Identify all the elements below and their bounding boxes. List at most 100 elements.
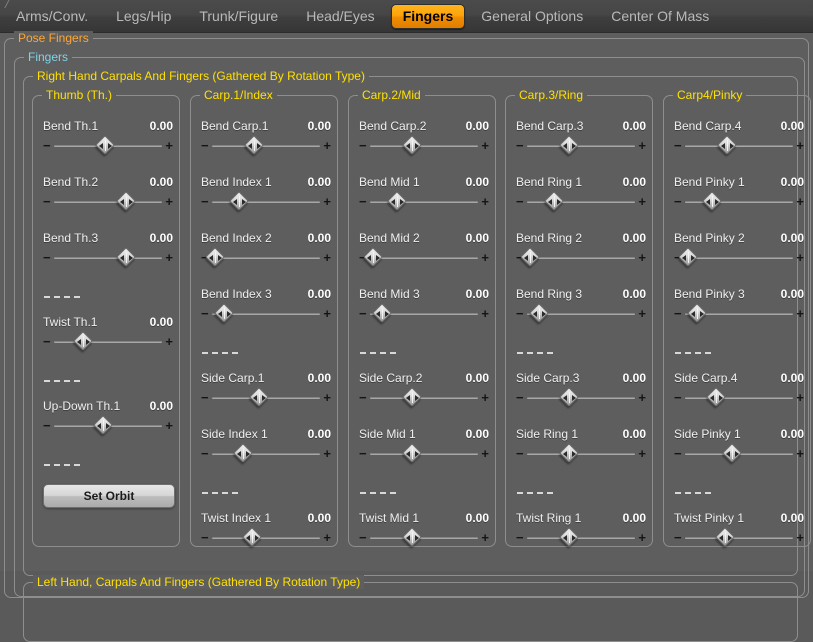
slider-thumb[interactable]: [233, 443, 254, 463]
slider-side-index-1[interactable]: − +: [201, 443, 331, 465]
slider-side-ring-1[interactable]: − +: [516, 443, 646, 465]
increment-icon[interactable]: +: [796, 447, 804, 460]
increment-icon[interactable]: +: [323, 139, 331, 152]
increment-icon[interactable]: +: [638, 447, 646, 460]
slider-thumb[interactable]: [715, 527, 735, 547]
decrement-icon[interactable]: −: [674, 307, 682, 320]
slider-thumb[interactable]: [244, 135, 265, 155]
slider-thumb[interactable]: [529, 303, 549, 323]
slider-thumb[interactable]: [248, 387, 269, 407]
slider-thumb[interactable]: [387, 191, 407, 211]
increment-icon[interactable]: +: [481, 447, 489, 460]
decrement-icon[interactable]: −: [43, 419, 51, 432]
slider-track[interactable]: [370, 453, 478, 455]
increment-icon[interactable]: +: [796, 531, 804, 544]
decrement-icon[interactable]: −: [516, 195, 524, 208]
slider-track[interactable]: [370, 537, 478, 539]
decrement-icon[interactable]: −: [516, 447, 524, 460]
decrement-icon[interactable]: −: [674, 139, 682, 152]
slider-side-pinky-1[interactable]: − +: [674, 443, 804, 465]
slider-twist-pinky-1[interactable]: − +: [674, 527, 804, 549]
slider-thumb[interactable]: [520, 247, 541, 267]
increment-icon[interactable]: +: [165, 419, 173, 432]
slider-track[interactable]: [527, 257, 635, 259]
increment-icon[interactable]: +: [323, 391, 331, 404]
increment-icon[interactable]: +: [323, 195, 331, 208]
slider-bend-carp-4[interactable]: − +: [674, 135, 804, 157]
slider-thumb[interactable]: [116, 191, 137, 211]
slider-side-carp-2[interactable]: − +: [359, 387, 489, 409]
slider-thumb[interactable]: [205, 247, 226, 267]
slider-track[interactable]: [527, 453, 635, 455]
slider-twist-index-1[interactable]: − +: [201, 527, 331, 549]
slider-track[interactable]: [370, 397, 478, 399]
slider-thumb[interactable]: [242, 527, 262, 547]
slider-track[interactable]: [527, 145, 635, 147]
slider-bend-th-1[interactable]: − +: [43, 135, 173, 157]
increment-icon[interactable]: +: [165, 195, 173, 208]
slider-side-mid-1[interactable]: − +: [359, 443, 489, 465]
decrement-icon[interactable]: −: [359, 447, 367, 460]
slider-thumb[interactable]: [73, 331, 94, 351]
tab-general-options[interactable]: General Options: [469, 4, 595, 29]
slider-track[interactable]: [212, 537, 320, 539]
slider-track[interactable]: [370, 201, 478, 203]
decrement-icon[interactable]: −: [201, 139, 209, 152]
increment-icon[interactable]: +: [796, 307, 804, 320]
tab-center-of-mass[interactable]: Center Of Mass: [599, 4, 721, 29]
increment-icon[interactable]: +: [796, 139, 804, 152]
increment-icon[interactable]: +: [323, 447, 331, 460]
slider-thumb[interactable]: [92, 415, 113, 435]
increment-icon[interactable]: +: [481, 391, 489, 404]
slider-bend-carp-3[interactable]: − +: [516, 135, 646, 157]
decrement-icon[interactable]: −: [516, 391, 524, 404]
slider-side-carp-3[interactable]: − +: [516, 387, 646, 409]
tab-fingers[interactable]: Fingers: [390, 3, 466, 29]
increment-icon[interactable]: +: [481, 251, 489, 264]
decrement-icon[interactable]: −: [43, 195, 51, 208]
slider-track[interactable]: [212, 453, 320, 455]
slider-twist-mid-1[interactable]: − +: [359, 527, 489, 549]
slider-bend-pinky-1[interactable]: − +: [674, 191, 804, 213]
slider-side-carp-4[interactable]: − +: [674, 387, 804, 409]
decrement-icon[interactable]: −: [43, 139, 51, 152]
slider-bend-th-3[interactable]: − +: [43, 247, 173, 269]
increment-icon[interactable]: +: [323, 251, 331, 264]
increment-icon[interactable]: +: [165, 335, 173, 348]
decrement-icon[interactable]: −: [201, 391, 209, 404]
slider-thumb[interactable]: [363, 247, 384, 267]
slider-track[interactable]: [685, 397, 793, 399]
slider-track[interactable]: [527, 201, 635, 203]
decrement-icon[interactable]: −: [516, 139, 524, 152]
decrement-icon[interactable]: −: [674, 195, 682, 208]
increment-icon[interactable]: +: [638, 531, 646, 544]
decrement-icon[interactable]: −: [201, 307, 209, 320]
slider-thumb[interactable]: [402, 443, 423, 463]
increment-icon[interactable]: +: [638, 251, 646, 264]
decrement-icon[interactable]: −: [359, 307, 367, 320]
increment-icon[interactable]: +: [638, 195, 646, 208]
slider-track[interactable]: [370, 257, 478, 259]
increment-icon[interactable]: +: [165, 251, 173, 264]
slider-track[interactable]: [212, 145, 320, 147]
slider-thumb[interactable]: [687, 303, 707, 323]
slider-thumb[interactable]: [402, 387, 423, 407]
slider-thumb[interactable]: [559, 135, 580, 155]
decrement-icon[interactable]: −: [359, 531, 367, 544]
slider-bend-pinky-3[interactable]: − +: [674, 303, 804, 325]
decrement-icon[interactable]: −: [516, 531, 524, 544]
increment-icon[interactable]: +: [481, 195, 489, 208]
slider-track[interactable]: [685, 537, 793, 539]
slider-twist-th-1[interactable]: − +: [43, 331, 173, 353]
decrement-icon[interactable]: −: [516, 307, 524, 320]
tab-head-eyes[interactable]: Head/Eyes: [294, 4, 386, 29]
slider-side-carp-1[interactable]: − +: [201, 387, 331, 409]
slider-bend-index-2[interactable]: −+: [201, 247, 331, 269]
slider-bend-mid-1[interactable]: − +: [359, 191, 489, 213]
slider-track[interactable]: [54, 201, 162, 203]
slider-thumb[interactable]: [229, 191, 249, 211]
slider-thumb[interactable]: [559, 527, 580, 547]
slider-bend-mid-3[interactable]: − +: [359, 303, 489, 325]
slider-track[interactable]: [685, 257, 793, 259]
tab-trunk-figure[interactable]: Trunk/Figure: [187, 4, 290, 29]
